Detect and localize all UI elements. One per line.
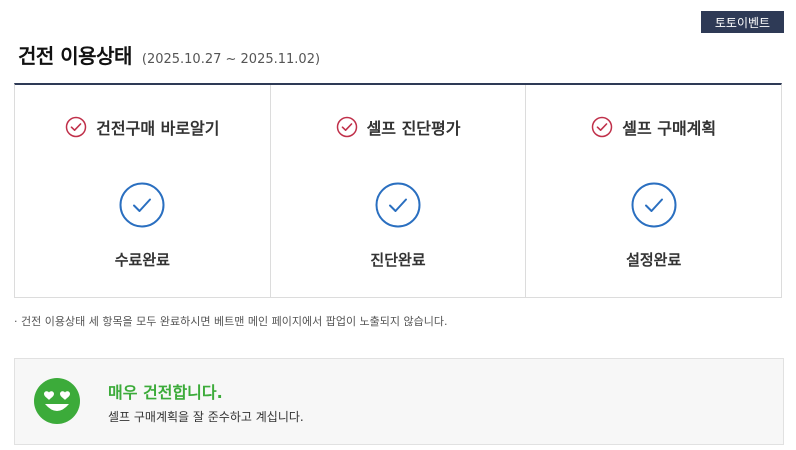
heart-eyes-smiley-icon [34, 378, 80, 424]
column-header: 건전구매 바로알기 [15, 115, 270, 139]
period-range: (2025.10.27 ~ 2025.11.02) [141, 52, 321, 67]
status-panel: 건전구매 바로알기 수료완료 셀프 진단평가 진단완료 셀프 구매계획 설정완료 [14, 83, 782, 298]
check-circle-icon [336, 116, 357, 138]
status-column-education: 건전구매 바로알기 수료완료 [15, 85, 271, 297]
check-circle-icon [591, 116, 613, 138]
column-status: 진단완료 [370, 251, 426, 269]
column-status: 설정완료 [626, 251, 682, 269]
column-title: 셀프 구매계획 [622, 119, 717, 138]
info-note: · 건전 이용상태 세 항목을 모두 완료하시면 베트맨 메인 페이지에서 팝업… [14, 315, 448, 328]
result-title: 매우 건전합니다. [108, 383, 223, 402]
title-row: 건전 이용상태 (2025.10.27 ~ 2025.11.02) [18, 40, 320, 69]
column-status: 수료완료 [114, 251, 170, 269]
result-description: 셀프 구매계획을 잘 준수하고 계십니다. [108, 410, 304, 424]
toto-event-button[interactable]: 토토이벤트 [701, 11, 784, 33]
completed-check-icon [119, 182, 165, 228]
column-header: 셀프 진단평가 [271, 115, 526, 139]
check-circle-icon [65, 116, 87, 138]
column-title: 건전구매 바로알기 [96, 119, 220, 138]
completed-check-icon [631, 182, 677, 228]
result-box: 매우 건전합니다. 셀프 구매계획을 잘 준수하고 계십니다. [14, 358, 784, 445]
page-title: 건전 이용상태 [18, 44, 132, 68]
status-column-diagnosis: 셀프 진단평가 진단완료 [271, 85, 527, 297]
completed-check-icon [375, 182, 421, 228]
column-header: 셀프 구매계획 [526, 115, 781, 139]
column-title: 셀프 진단평가 [366, 119, 461, 138]
status-column-plan: 셀프 구매계획 설정완료 [526, 85, 781, 297]
